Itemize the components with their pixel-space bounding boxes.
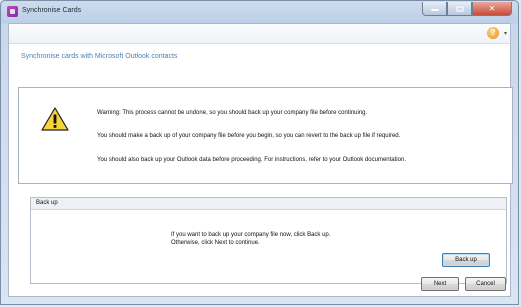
warning-triangle-icon bbox=[41, 107, 69, 131]
title-bar[interactable]: Synchronise Cards ✕ bbox=[1, 1, 518, 23]
window-controls: ✕ bbox=[422, 2, 512, 17]
close-button[interactable]: ✕ bbox=[472, 2, 512, 16]
next-button[interactable]: Next bbox=[421, 277, 459, 291]
backup-panel: Back up If you want to back up your comp… bbox=[30, 197, 507, 284]
app-icon bbox=[7, 6, 18, 17]
warning-text-3: You should also back up your Outlook dat… bbox=[97, 157, 406, 163]
minimize-icon bbox=[431, 9, 438, 11]
window-title: Synchronise Cards bbox=[22, 7, 82, 14]
warning-text-1: Warning: This process cannot be undone, … bbox=[97, 110, 368, 116]
chevron-down-icon[interactable]: ▾ bbox=[504, 30, 507, 37]
back-up-button[interactable]: Back up bbox=[442, 253, 490, 267]
maximize-icon bbox=[456, 6, 463, 11]
backup-instructions: If you want to back up your company file… bbox=[171, 231, 330, 247]
backup-instruction-2: Otherwise, click Next to continue. bbox=[171, 240, 260, 246]
dialog-window: Synchronise Cards ✕ ? ▾ Synchronise card… bbox=[0, 0, 519, 305]
warning-panel: Warning: This process cannot be undone, … bbox=[18, 87, 513, 184]
toolbar: ? ▾ bbox=[9, 24, 510, 44]
maximize-button[interactable] bbox=[447, 2, 472, 16]
backup-instruction-1: If you want to back up your company file… bbox=[171, 232, 331, 238]
help-icon[interactable]: ? bbox=[487, 27, 499, 39]
minimize-button[interactable] bbox=[422, 2, 447, 16]
dialog-body: ? ▾ Synchronise cards with Microsoft Out… bbox=[8, 23, 513, 297]
cancel-button[interactable]: Cancel bbox=[465, 277, 506, 291]
backup-heading: Back up bbox=[31, 198, 506, 210]
close-icon: ✕ bbox=[488, 3, 496, 13]
page-subtitle: Synchronise cards with Microsoft Outlook… bbox=[21, 53, 178, 60]
warning-text-2: You should make a back up of your compan… bbox=[97, 133, 401, 139]
